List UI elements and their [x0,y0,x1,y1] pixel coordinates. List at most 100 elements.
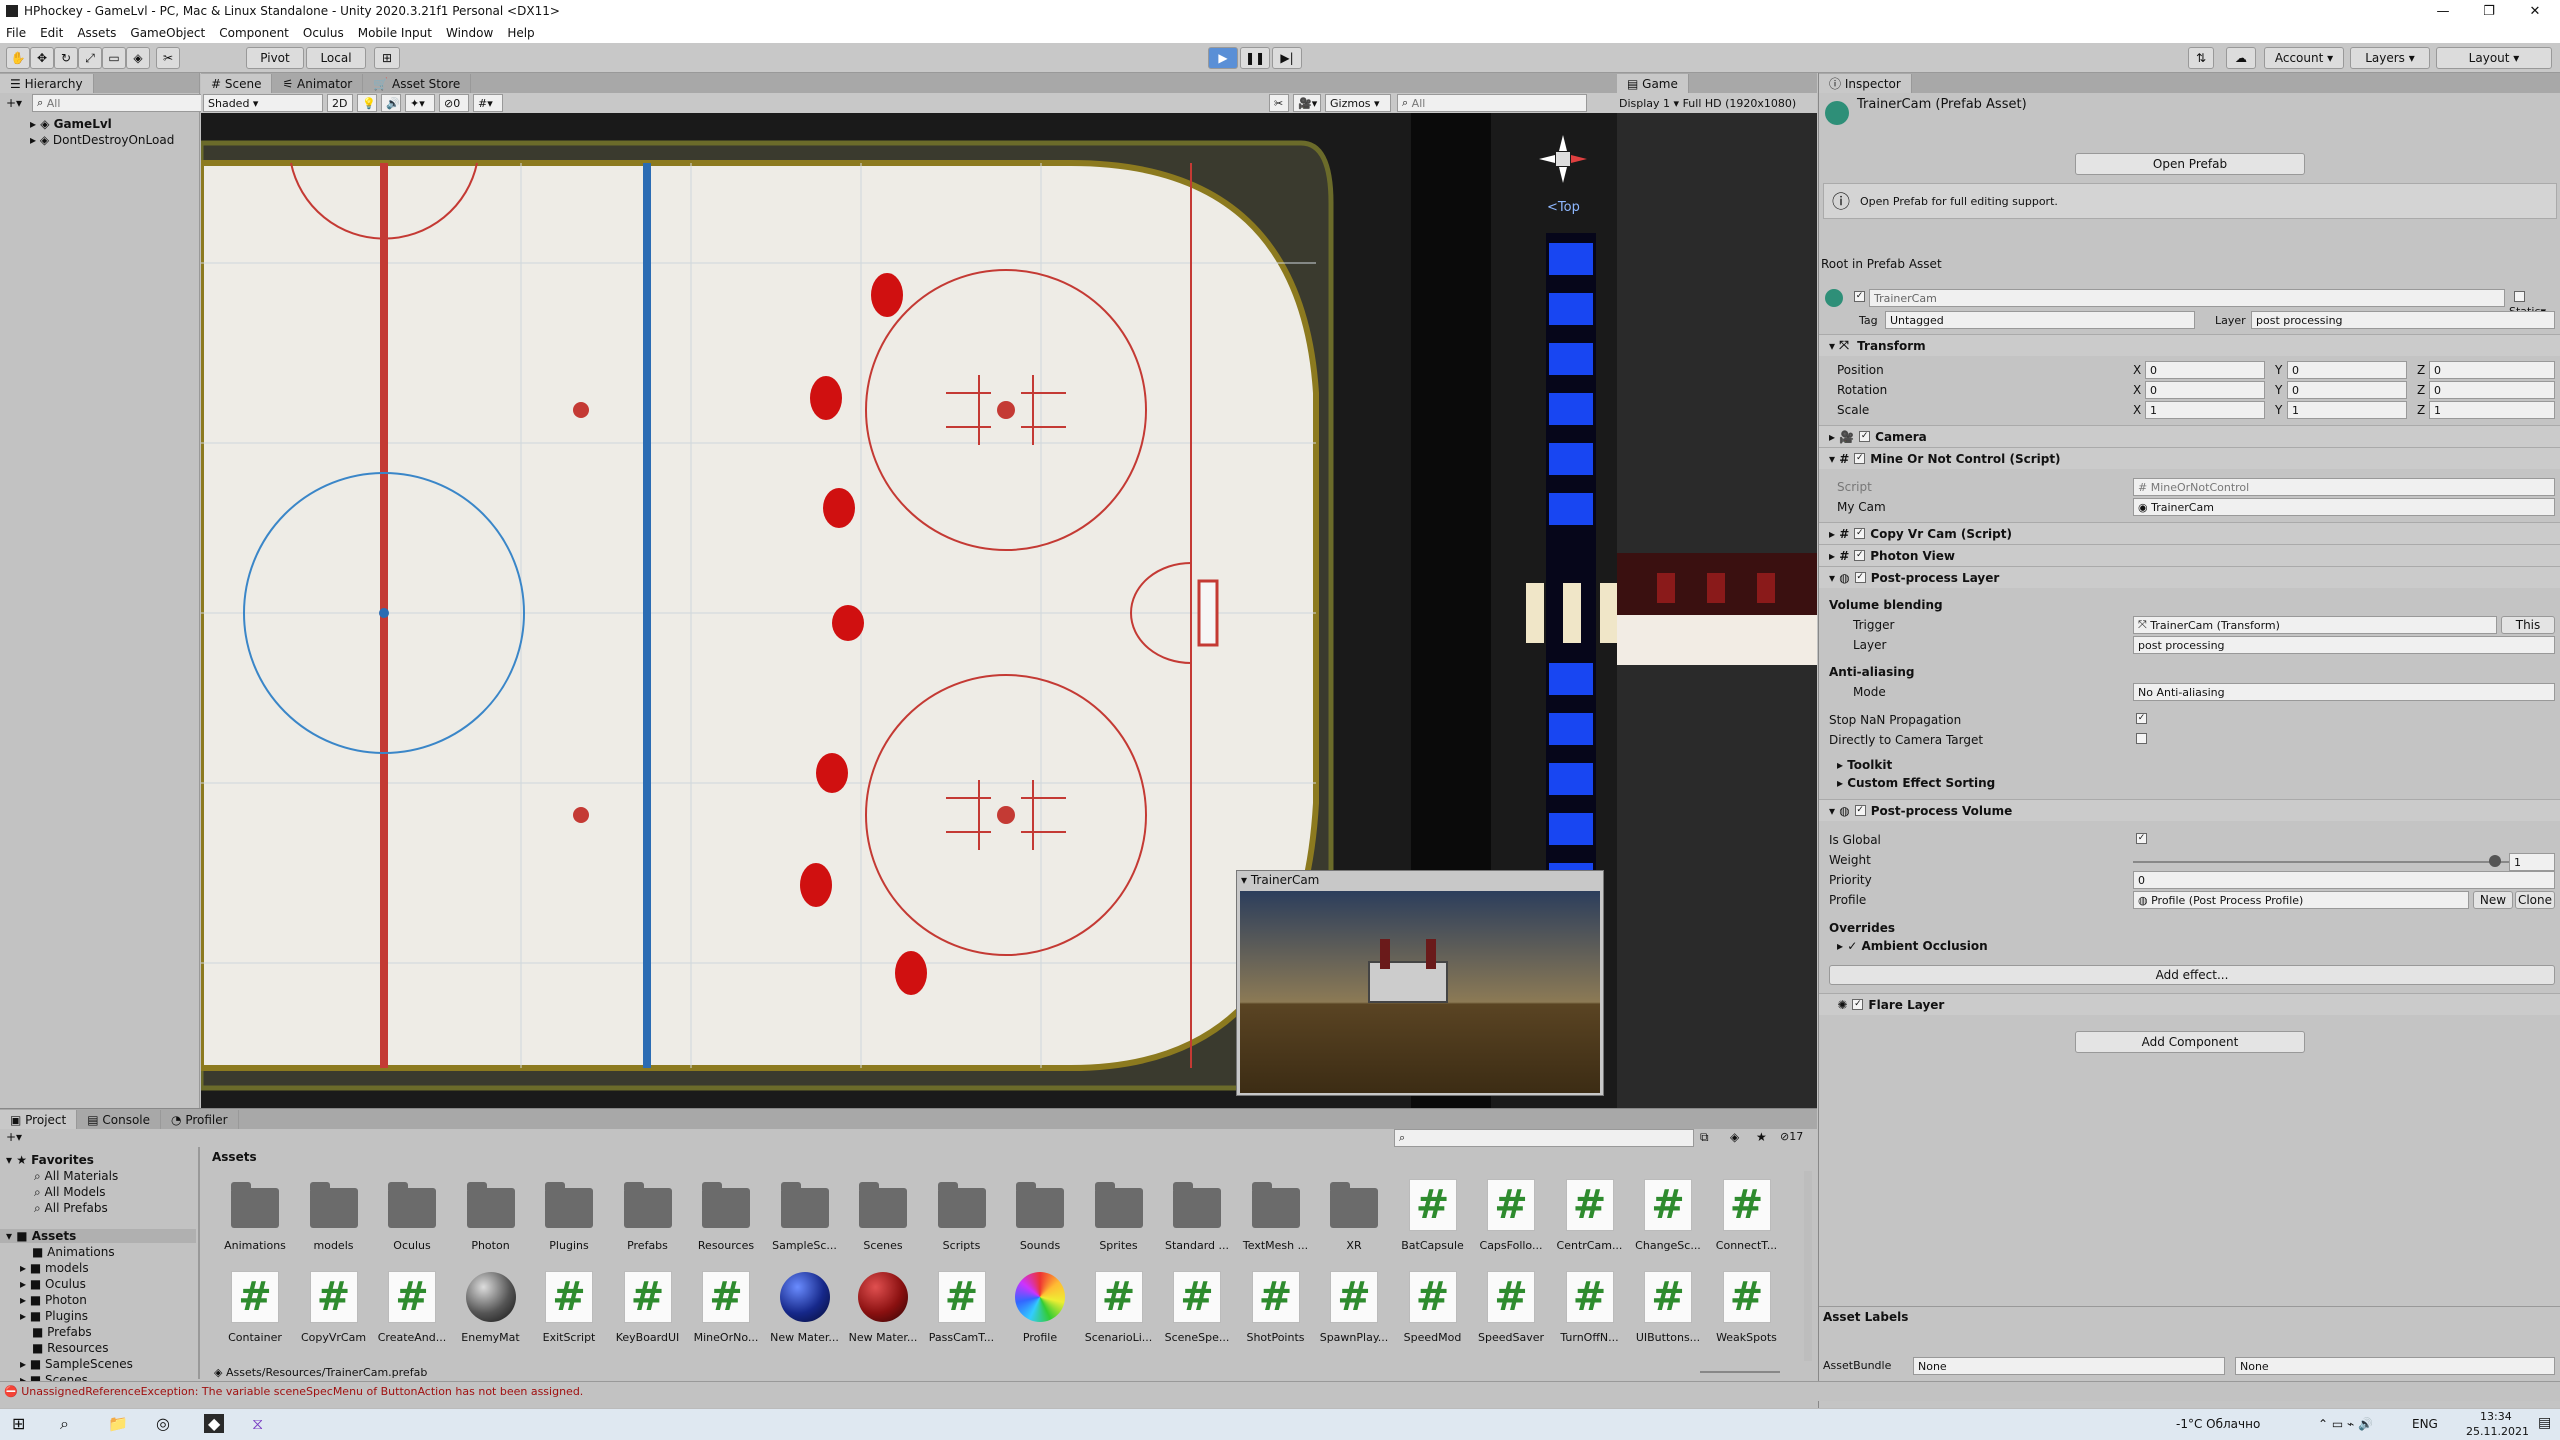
asset-item[interactable]: # MineOrNo... [687,1263,765,1353]
menu-file[interactable]: File [6,26,26,40]
position-y[interactable]: 0 [2287,361,2407,379]
audio-icon[interactable]: 🔊 [381,94,401,112]
minimize-button[interactable]: — [2420,0,2466,22]
pp-layer-dropdown[interactable]: post processing [2133,636,2555,654]
collab-icon[interactable]: ⇅ [2188,47,2214,69]
aa-mode-dropdown[interactable]: No Anti-aliasing [2133,683,2555,701]
scale-tool-icon[interactable]: ⤢ [78,47,102,69]
asset-labels-header[interactable]: Asset Labels [1819,1306,2560,1326]
tab-asset-store[interactable]: 🛒 Asset Store [363,74,472,93]
toolkit-foldout[interactable]: ▸ Toolkit [1837,758,1892,772]
assetbundle-dropdown[interactable]: None [1913,1357,2225,1375]
hierarchy-item[interactable]: ▸ ◈ DontDestroyOnLoad [30,133,174,147]
account-dropdown[interactable]: Account ▾ [2264,47,2344,69]
asset-item[interactable]: # ExitScript [530,1263,608,1353]
status-bar[interactable]: ⛔ UnassignedReferenceException: The vari… [0,1381,2560,1401]
maximize-button[interactable]: ❐ [2466,0,2512,22]
menu-help[interactable]: Help [507,26,534,40]
asset-item[interactable]: # ScenarioLi... [1080,1263,1158,1353]
mycam-field[interactable]: ◉ TrainerCam [2133,498,2555,516]
assetbundle-variant-dropdown[interactable]: None [2235,1357,2555,1375]
mine-script-header[interactable]: ▾ # ✓ Mine Or Not Control (Script) [1819,447,2560,469]
cloud-icon[interactable]: ☁ [2226,47,2256,69]
direct-checkbox[interactable] [2136,733,2147,744]
asset-item[interactable]: New Mater... [844,1263,922,1353]
transform-tool-icon[interactable]: ◈ [126,47,150,69]
hidden-count[interactable]: ⊘ 0 [439,94,469,112]
tab-profiler[interactable]: ◔ Profiler [161,1110,239,1129]
asset-item[interactable]: # CopyVrCam [295,1263,373,1353]
tab-console[interactable]: ▤ Console [77,1110,162,1129]
asset-item[interactable]: models [295,1171,373,1261]
weight-slider[interactable] [2133,861,2513,863]
chrome-icon[interactable]: ◎ [156,1414,170,1433]
asset-item[interactable]: Prefabs [609,1171,687,1261]
windows-start-icon[interactable]: ⊞ [12,1414,25,1433]
new-profile-button[interactable]: New [2473,891,2513,909]
layers-dropdown[interactable]: Layers ▾ [2350,47,2430,69]
asset-item[interactable]: Photon [452,1171,530,1261]
pplayer-header[interactable]: ▾ ◍ ✓ Post-process Layer [1819,566,2560,588]
layer-dropdown[interactable]: post processing [2251,311,2555,329]
pause-button[interactable]: ❚❚ [1240,47,1270,69]
asset-item[interactable]: # Container [216,1263,294,1353]
custom-tool-icon[interactable]: ✂ [156,47,180,69]
notifications-icon[interactable]: ▤ [2538,1415,2551,1431]
hierarchy-search[interactable]: ⌕ All [32,94,203,112]
layout-dropdown[interactable]: Layout ▾ [2436,47,2552,69]
display-dropdown[interactable]: Display 1 [1619,97,1670,110]
tab-animator[interactable]: ⚟ Animator [272,74,364,93]
2d-toggle[interactable]: 2D [327,94,353,112]
tree-folder[interactable]: ■ Resources [32,1341,108,1355]
asset-item[interactable]: # BatCapsule [1394,1171,1472,1261]
grid-icon[interactable]: #▾ [473,94,503,112]
add-effect-button[interactable]: Add effect... [1829,965,2555,985]
favorites-header[interactable]: ▾ ★ Favorites [6,1153,94,1167]
tag-dropdown[interactable]: Untagged [1885,311,2195,329]
play-button[interactable]: ▶ [1208,47,1238,69]
tray-icons[interactable]: ⌃ ▭ ⌁ 🔊 [2318,1417,2373,1431]
rotate-tool-icon[interactable]: ↻ [54,47,78,69]
tree-folder[interactable]: ■ Animations [32,1245,115,1259]
isglobal-checkbox[interactable]: ✓ [2136,833,2147,844]
asset-item[interactable]: Standard ... [1158,1171,1236,1261]
file-explorer-icon[interactable]: 📁 [108,1414,128,1433]
search-icon[interactable]: ⌕ [60,1414,69,1434]
assets-root[interactable]: ▾ ■ Assets [0,1229,196,1243]
favorite-item[interactable]: ⌕ All Materials [34,1169,118,1184]
move-tool-icon[interactable]: ✥ [30,47,54,69]
tree-folder[interactable]: ▸ ■ Oculus [20,1277,86,1291]
priority-field[interactable]: 0 [2133,871,2555,889]
rotation-x[interactable]: 0 [2145,381,2265,399]
asset-item[interactable]: Scripts [923,1171,1001,1261]
asset-item[interactable]: EnemyMat [452,1263,530,1353]
asset-item[interactable]: SampleSc... [766,1171,844,1261]
stopnan-checkbox[interactable]: ✓ [2136,713,2147,724]
clone-profile-button[interactable]: Clone [2515,891,2555,909]
copyvr-header[interactable]: ▸ # ✓ Copy Vr Cam (Script) [1819,522,2560,544]
camera-icon[interactable]: 🎥▾ [1293,94,1321,112]
tree-folder[interactable]: ■ Prefabs [32,1325,92,1339]
asset-item[interactable]: Animations [216,1171,294,1261]
rotation-z[interactable]: 0 [2429,381,2555,399]
language-indicator[interactable]: ENG [2412,1417,2438,1431]
weight-slider-handle[interactable] [2489,855,2501,867]
shading-dropdown[interactable]: Shaded ▾ [203,94,323,112]
close-button[interactable]: ✕ [2512,0,2558,22]
rotation-y[interactable]: 0 [2287,381,2407,399]
star-icon[interactable]: ★ [1756,1130,1767,1144]
object-name-field[interactable]: TrainerCam [1869,289,2505,307]
flare-header[interactable]: ✺ ✓ Flare Layer [1819,993,2560,1015]
icon-size-slider[interactable] [1700,1371,1780,1373]
tab-project[interactable]: ▣ Project [0,1110,78,1129]
profile-field[interactable]: ◍ Profile (Post Process Profile) [2133,891,2469,909]
step-button[interactable]: ▶| [1272,47,1302,69]
lighting-icon[interactable]: 💡 [357,94,377,112]
effects-icon[interactable]: ✦▾ [405,94,435,112]
unity-taskbar-icon[interactable]: ◆ [204,1414,225,1433]
breadcrumb[interactable]: Assets [212,1150,257,1164]
gizmos-dropdown[interactable]: Gizmos ▾ [1325,94,1391,112]
asset-scrollbar[interactable] [1804,1171,1812,1361]
asset-item[interactable]: XR [1315,1171,1393,1261]
hierarchy-item[interactable]: ▸ ◈ GameLvl [30,117,112,131]
